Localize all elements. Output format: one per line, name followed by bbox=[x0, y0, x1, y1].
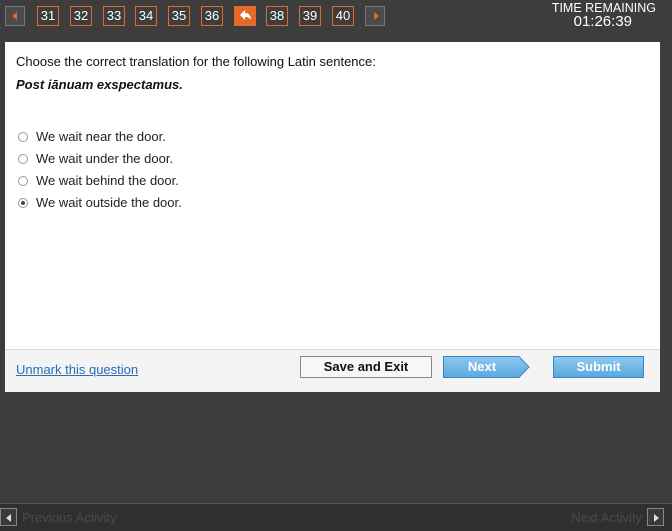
answer-option-label: We wait behind the door. bbox=[36, 173, 179, 188]
prev-question-arrow-button[interactable] bbox=[5, 6, 25, 26]
chevron-right-icon bbox=[654, 514, 659, 522]
question-number-40[interactable]: 40 bbox=[332, 6, 354, 26]
radio-button[interactable] bbox=[18, 176, 28, 186]
previous-activity-label[interactable]: Previous Activity bbox=[22, 510, 117, 525]
question-prompt: Choose the correct translation for the f… bbox=[16, 54, 376, 69]
chevron-left-icon bbox=[6, 514, 11, 522]
question-navigation-bar: 31 32 33 34 35 36 38 39 40 TIME REMAININ… bbox=[0, 0, 672, 34]
question-number-31[interactable]: 31 bbox=[37, 6, 59, 26]
answer-option-label: We wait near the door. bbox=[36, 129, 166, 144]
return-arrow-icon bbox=[240, 10, 251, 20]
answer-option-label: We wait outside the door. bbox=[36, 195, 182, 210]
question-number-33[interactable]: 33 bbox=[103, 6, 125, 26]
question-panel: Choose the correct translation for the f… bbox=[5, 42, 660, 392]
question-number-38[interactable]: 38 bbox=[266, 6, 288, 26]
question-number-36[interactable]: 36 bbox=[201, 6, 223, 26]
question-number-35[interactable]: 35 bbox=[168, 6, 190, 26]
activity-navigation-bar: Previous Activity Next Activity bbox=[0, 503, 672, 531]
latin-sentence: Post iānuam exspectamus. bbox=[16, 77, 183, 92]
chevron-left-icon bbox=[12, 12, 17, 20]
question-number-39[interactable]: 39 bbox=[299, 6, 321, 26]
next-activity-button[interactable] bbox=[647, 508, 664, 526]
chevron-right-icon bbox=[374, 12, 379, 20]
answer-option-label: We wait under the door. bbox=[36, 151, 174, 166]
save-and-exit-button[interactable]: Save and Exit bbox=[300, 356, 432, 378]
question-number-32[interactable]: 32 bbox=[70, 6, 92, 26]
previous-activity-button[interactable] bbox=[0, 508, 17, 526]
time-remaining-value: 01:26:39 bbox=[573, 13, 632, 30]
question-number-34[interactable]: 34 bbox=[135, 6, 157, 26]
radio-button[interactable] bbox=[18, 154, 28, 164]
question-footer: Unmark this question Save and Exit Next … bbox=[5, 349, 660, 392]
radio-button[interactable] bbox=[18, 132, 28, 142]
submit-button[interactable]: Submit bbox=[553, 356, 644, 378]
next-question-arrow-button[interactable] bbox=[365, 6, 385, 26]
next-activity-label[interactable]: Next Activity bbox=[571, 510, 642, 525]
radio-button-selected[interactable] bbox=[18, 198, 28, 208]
next-button-label: Next bbox=[467, 359, 497, 374]
current-question-indicator[interactable] bbox=[234, 6, 256, 26]
unmark-question-link[interactable]: Unmark this question bbox=[16, 362, 138, 377]
next-button[interactable]: Next bbox=[443, 356, 531, 378]
